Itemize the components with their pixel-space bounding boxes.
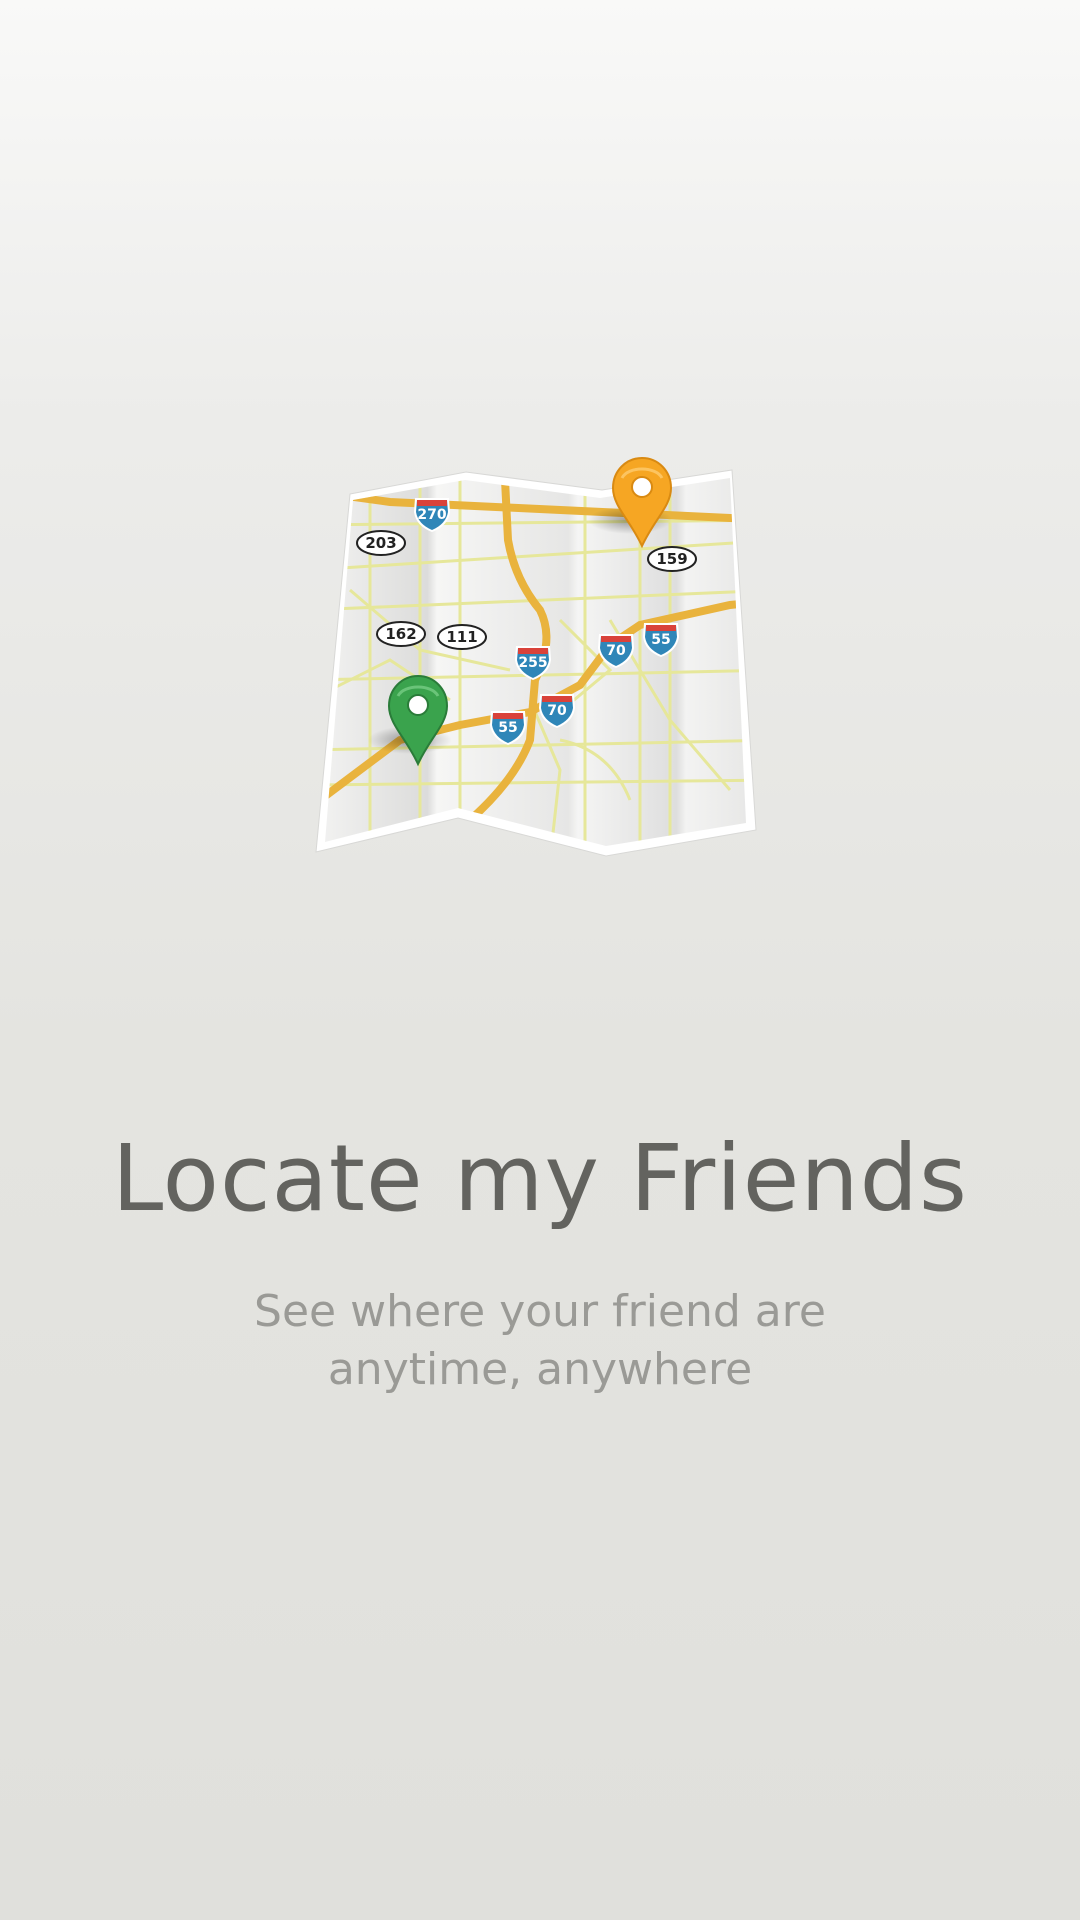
onboarding-subtitle: See where your friend are anytime, anywh…: [200, 1283, 880, 1399]
svg-text:111: 111: [446, 628, 477, 646]
subtitle-line-1: See where your friend are: [254, 1286, 826, 1337]
svg-text:255: 255: [518, 655, 547, 671]
route-label-111: 111: [437, 624, 487, 650]
svg-text:203: 203: [365, 534, 396, 552]
svg-text:162: 162: [385, 625, 416, 643]
folded-map-graphic: 203 162 111 159 270 255 70 55 70 55: [315, 456, 757, 857]
onboarding-title: Locate my Friends: [112, 1125, 968, 1232]
subtitle-line-2: anytime, anywhere: [327, 1344, 753, 1395]
svg-text:70: 70: [547, 703, 567, 719]
onboarding-screen: 203 162 111 159 270 255 70 55 70 55 Loca…: [0, 0, 1080, 1920]
svg-text:55: 55: [651, 632, 670, 648]
route-label-159: 159: [647, 546, 697, 572]
svg-text:270: 270: [417, 507, 446, 523]
svg-text:70: 70: [606, 643, 626, 659]
svg-text:159: 159: [656, 550, 687, 568]
svg-text:55: 55: [498, 720, 517, 736]
map-illustration: 203 162 111 159 270 255 70 55 70 55: [310, 440, 780, 860]
route-label-203: 203: [356, 530, 406, 556]
route-label-162: 162: [376, 621, 426, 647]
